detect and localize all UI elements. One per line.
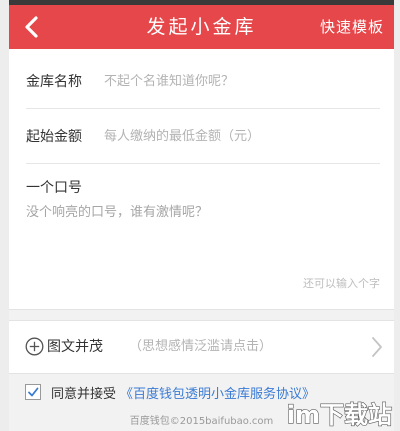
amount-row: 起始金额 [26,109,380,164]
signal-label: 一个口号 [26,180,82,196]
svg-text:im下载站: im下载站 [287,401,392,429]
header-bar: 发起小金库 快速模板 [9,5,394,49]
agree-text: 同意并接受 [51,386,117,402]
chevron-right-icon [372,337,382,357]
signal-textarea[interactable] [26,201,376,269]
media-hint: （思想感情泛滥请点击） [129,339,273,354]
app-screen: 发起小金库 快速模板 金库名称 起始金额 一个口号 还可以输入个字 图文并茂 （… [9,0,394,431]
media-attach-row[interactable]: 图文并茂 （思想感情泛滥请点击） [9,320,394,374]
checkmark-icon [28,387,39,397]
amount-input[interactable] [104,128,380,144]
create-form: 金库名称 起始金额 一个口号 还可以输入个字 [9,49,394,310]
char-count-hint: 还可以输入个字 [303,277,380,290]
amount-label: 起始金额 [26,129,82,145]
quick-template-button[interactable]: 快速模板 [320,5,384,49]
name-label: 金库名称 [26,74,82,90]
back-button[interactable] [15,10,49,44]
chevron-left-icon [25,16,38,38]
name-input[interactable] [104,73,380,89]
name-row: 金库名称 [26,54,380,109]
agree-checkbox[interactable] [25,384,41,400]
watermark-logo: im下载站 [286,400,392,429]
media-label: 图文并茂 [47,339,103,355]
plus-circle-icon [25,337,44,356]
